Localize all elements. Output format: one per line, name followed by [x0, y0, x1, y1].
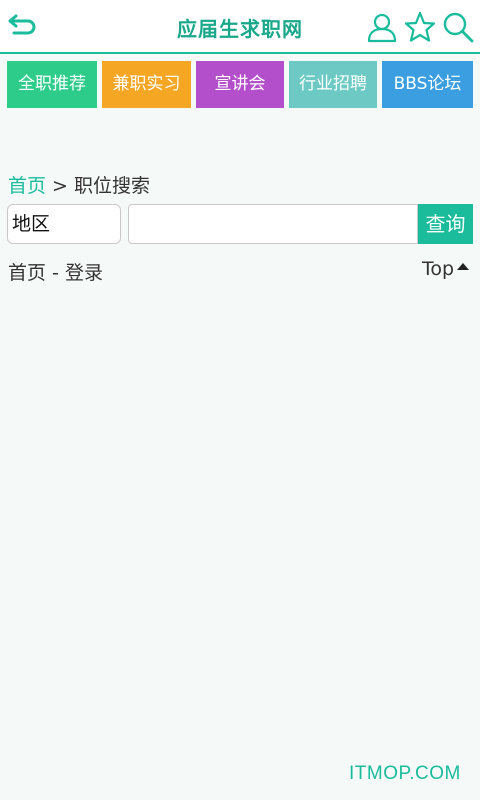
back-to-top-label: Top: [422, 258, 455, 280]
back-to-top-link[interactable]: Top: [422, 258, 470, 280]
footer-separator: -: [46, 262, 65, 284]
nav-fulltime-button[interactable]: 全职推荐: [7, 61, 97, 108]
breadcrumb-separator: >: [46, 175, 75, 197]
breadcrumb: 首页 > 职位搜索: [8, 171, 150, 198]
breadcrumb-current: 职位搜索: [74, 175, 151, 197]
search-bar: 地区 查询: [0, 203, 480, 245]
region-select[interactable]: 地区: [7, 204, 121, 244]
nav-parttime-button[interactable]: 兼职实习: [102, 61, 191, 108]
nav-career-talk-button[interactable]: 宣讲会: [196, 61, 284, 108]
keyword-input[interactable]: [128, 204, 418, 244]
nav-bbs-button[interactable]: BBS论坛: [382, 61, 473, 108]
category-nav: 全职推荐 兼职实习 宣讲会 行业招聘 BBS论坛: [0, 61, 480, 109]
header-bar: 应届生求职网: [0, 0, 480, 54]
watermark: ITMOP.COM: [349, 763, 461, 784]
caret-up-icon: [457, 263, 470, 270]
footer-home-link[interactable]: 首页: [8, 262, 46, 284]
footer-links: 首页 - 登录: [8, 258, 103, 285]
breadcrumb-home-link[interactable]: 首页: [8, 175, 46, 197]
query-button[interactable]: 查询: [418, 204, 473, 244]
star-icon[interactable]: [404, 11, 436, 43]
user-icon[interactable]: [366, 11, 398, 43]
search-icon[interactable]: [442, 11, 474, 43]
footer-login-link[interactable]: 登录: [65, 262, 103, 284]
nav-industry-button[interactable]: 行业招聘: [289, 61, 377, 108]
